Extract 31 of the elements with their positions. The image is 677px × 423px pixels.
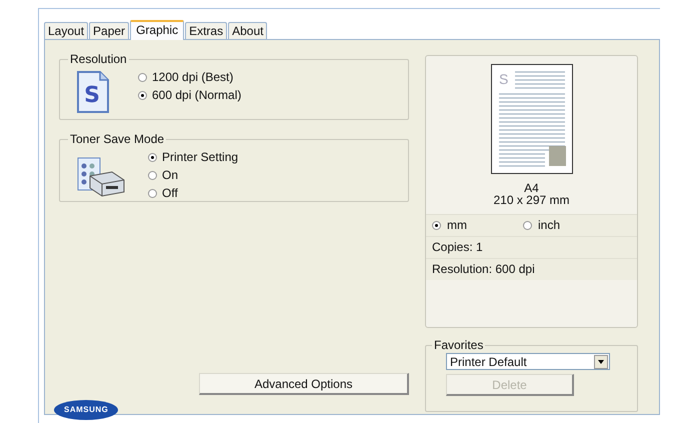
radio-button[interactable] <box>138 72 147 82</box>
favorites-dropdown[interactable]: Printer Default <box>446 353 610 370</box>
radio-label[interactable]: mm <box>447 215 467 236</box>
tab[interactable]: Graphic <box>130 20 184 40</box>
paper-size: 210 x 297 mm <box>493 194 570 207</box>
tab[interactable]: About <box>228 22 268 39</box>
radio-label[interactable]: Printer Setting <box>162 150 238 164</box>
document-icon: S <box>76 70 110 114</box>
advanced-options-button[interactable]: Advanced Options <box>199 373 409 395</box>
group-title: Resolution <box>69 52 128 66</box>
copies-text: Copies: 1 <box>426 236 637 258</box>
tab[interactable]: Layout <box>44 22 88 39</box>
radio-button[interactable] <box>432 221 441 230</box>
radio-label[interactable]: Off <box>162 186 178 200</box>
logo: SAMSUNG <box>54 400 118 420</box>
group-title: Toner Save Mode <box>69 132 166 146</box>
tab[interactable]: Extras <box>185 22 228 39</box>
paper-name: A4 <box>524 182 539 194</box>
radio-button[interactable] <box>148 170 157 180</box>
page-preview-drawing: S <box>490 64 572 174</box>
radio-label[interactable]: On <box>162 168 178 182</box>
resolution-text: Resolution: 600 dpi <box>426 258 637 280</box>
radio-button[interactable] <box>148 152 157 162</box>
radio-label[interactable]: 600 dpi (Normal) <box>152 88 242 102</box>
radio-button[interactable] <box>523 221 532 230</box>
radio-button[interactable] <box>138 90 147 100</box>
group-title: Favorites <box>433 338 484 352</box>
radio-button[interactable] <box>148 188 157 198</box>
radio-label[interactable]: inch <box>538 215 560 236</box>
tab[interactable]: Paper <box>89 22 130 39</box>
radio-label[interactable]: 1200 dpi (Best) <box>152 70 234 84</box>
